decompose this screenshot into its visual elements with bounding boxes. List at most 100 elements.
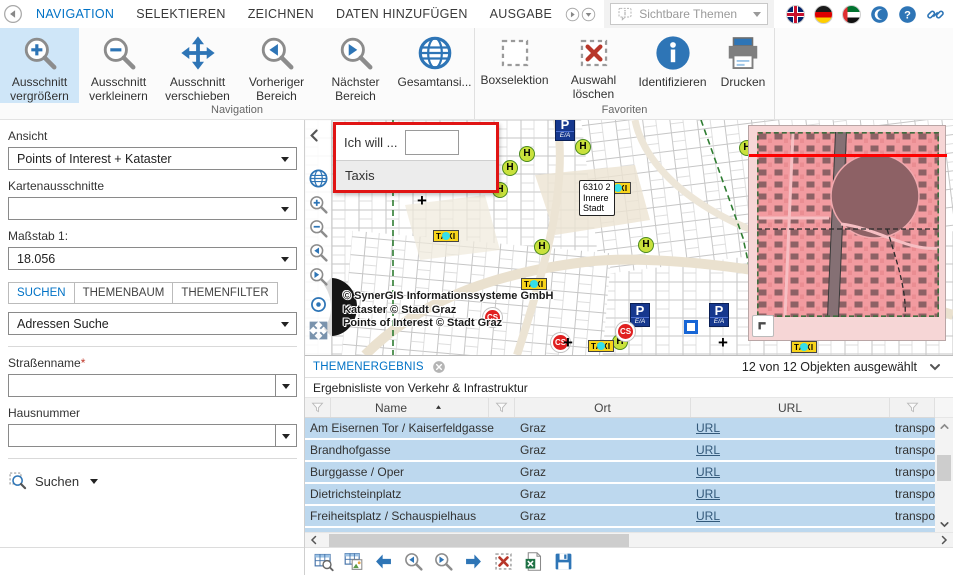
bus-stop-marker[interactable]: H (519, 146, 535, 162)
menu-tab-zeichnen[interactable]: ZEICHNEN (237, 7, 325, 21)
identify-button[interactable]: Identifizieren (633, 28, 712, 103)
cell-url-link[interactable]: URL (691, 440, 890, 460)
previous-extent-button[interactable]: Vorheriger Bereich (237, 28, 316, 103)
pan-button[interactable]: Ausschnitt verschieben (158, 28, 237, 103)
bus-stop-marker[interactable]: H (502, 160, 518, 176)
filter-extra-button[interactable] (890, 398, 935, 417)
selected-point-marker[interactable] (684, 320, 698, 334)
hausnummer-dropdown-button[interactable] (275, 424, 297, 447)
menu-more-icon[interactable] (581, 7, 596, 22)
tab-themenergebnis[interactable]: THEMENERGEBNIS (313, 361, 424, 373)
filter-name-button[interactable] (305, 398, 331, 417)
scrollbar-thumb[interactable] (937, 455, 951, 482)
share-link-icon[interactable] (926, 5, 945, 24)
table-row[interactable]: Am Eisernen Tor / Kaiserfeldgasse Graz U… (305, 418, 935, 440)
parking-marker[interactable]: P E/A (709, 303, 729, 327)
print-button[interactable]: Drucken (712, 28, 774, 103)
language-english-flag-icon[interactable] (786, 4, 806, 24)
cell-url-link[interactable]: URL (691, 484, 890, 504)
box-selection-button[interactable]: Boxselektion (475, 28, 554, 103)
bus-stop-marker[interactable]: H (534, 239, 550, 255)
scrollbar-track[interactable] (323, 533, 935, 548)
next-extent-icon[interactable] (308, 266, 329, 287)
taxi-stand-marker[interactable]: TAXI (433, 230, 459, 242)
menu-tab-ausgabe[interactable]: AUSGABE (479, 7, 564, 21)
help-icon[interactable] (898, 5, 917, 24)
massstab-select[interactable]: 18.056 (8, 247, 297, 270)
overview-toggle-button[interactable] (752, 315, 774, 337)
strassenname-input[interactable] (8, 374, 275, 397)
table-row[interactable]: Burggasse / Oper Graz URL transport (305, 462, 935, 484)
search-type-select[interactable]: Adressen Suche (8, 312, 297, 335)
full-extent-button[interactable]: Gesamtansi... (395, 28, 474, 103)
scrollbar-thumb[interactable] (329, 533, 629, 547)
strassenname-dropdown-button[interactable] (275, 374, 297, 397)
suchen-button[interactable]: Suchen (8, 471, 99, 491)
next-result-icon[interactable] (463, 551, 484, 572)
ansicht-select[interactable]: Points of Interest + Kataster (8, 147, 297, 170)
language-german-flag-icon[interactable] (814, 4, 834, 24)
next-extent-button[interactable]: Nächster Bereich (316, 28, 395, 103)
menu-tab-daten-hinzufuegen[interactable]: DATEN HINZUFÜGEN (325, 7, 479, 21)
zoom-previous-result-icon[interactable] (403, 551, 424, 572)
vertical-scrollbar[interactable] (935, 398, 953, 532)
clear-result-selection-icon[interactable] (493, 551, 514, 572)
hausnummer-input[interactable] (8, 424, 275, 447)
menu-scroll-right-icon[interactable] (565, 7, 580, 22)
column-header-url[interactable]: URL (691, 398, 890, 417)
center-map-icon[interactable] (308, 294, 329, 315)
clear-selection-button[interactable]: Auswahl löschen (554, 28, 633, 103)
table-row[interactable]: Freiheitsplatz / Schauspielhaus Graz URL… (305, 506, 935, 528)
previous-extent-icon[interactable] (308, 242, 329, 263)
filter-ort-button[interactable] (489, 398, 515, 417)
full-extent-icon[interactable] (308, 168, 329, 189)
scroll-left-button[interactable] (305, 533, 323, 548)
table-row[interactable]: Dietrichsteinplatz Graz URL transport (305, 484, 935, 506)
bus-stop-marker[interactable]: H (638, 237, 654, 253)
column-header-name[interactable]: Name (331, 398, 489, 417)
previous-result-icon[interactable] (373, 551, 394, 572)
ich-will-item-taxis[interactable]: Taxis (336, 160, 496, 190)
cell-url-link[interactable]: URL (691, 506, 890, 526)
scrollbar-track[interactable] (935, 434, 953, 516)
carsharing-marker[interactable]: CS (616, 322, 635, 341)
collapse-sidebar-icon[interactable] (306, 127, 323, 144)
tab-themenfilter[interactable]: THEMENFILTER (173, 282, 278, 304)
export-excel-icon[interactable] (523, 551, 544, 572)
cell-url-link[interactable]: URL (691, 462, 890, 482)
parking-marker[interactable]: P E/A (630, 303, 650, 327)
scroll-down-button[interactable] (935, 516, 953, 532)
zoom-in-icon[interactable] (308, 194, 329, 215)
taxi-stand-marker[interactable]: TAXI (521, 278, 547, 290)
scroll-up-button[interactable] (935, 418, 953, 434)
close-results-icon[interactable] (432, 360, 446, 374)
scroll-right-button[interactable] (935, 533, 953, 548)
save-results-icon[interactable] (553, 551, 574, 572)
expand-map-icon[interactable] (308, 320, 329, 341)
night-mode-icon[interactable] (870, 5, 889, 24)
zoom-out-icon[interactable] (308, 218, 329, 239)
visible-themes-select[interactable]: Sichtbare Themen (610, 3, 769, 25)
horizontal-scrollbar[interactable] (305, 532, 953, 547)
ich-will-input[interactable] (405, 130, 460, 155)
bus-stop-marker[interactable]: H (575, 139, 591, 155)
parking-marker[interactable]: P E/A (555, 120, 575, 141)
language-arabic-flag-icon[interactable] (842, 4, 862, 24)
collapse-results-icon[interactable] (927, 359, 943, 375)
tab-themenbaum[interactable]: THEMENBAUM (74, 282, 174, 304)
zoom-next-result-icon[interactable] (433, 551, 454, 572)
overview-map[interactable] (748, 125, 947, 341)
taxi-stand-marker[interactable]: TAXI (791, 341, 817, 353)
result-maptip-icon[interactable] (343, 551, 364, 572)
cell-url-link[interactable]: URL (691, 418, 890, 438)
kartenausschnitte-select[interactable] (8, 197, 297, 220)
zoom-in-button[interactable]: Ausschnitt vergrößern (0, 28, 79, 103)
menu-scroll-left-icon[interactable] (3, 4, 23, 24)
taxi-stand-marker[interactable]: TAXI (588, 340, 614, 352)
menu-tab-navigation[interactable]: NAVIGATION (25, 7, 125, 21)
map-canvas[interactable]: H H H H H H H H H TAXI TAXI TAXI TAXI TA… (305, 120, 953, 355)
menu-tab-selektieren[interactable]: SELEKTIEREN (125, 7, 236, 21)
zoom-to-results-icon[interactable] (313, 551, 334, 572)
column-header-ort[interactable]: Ort (515, 398, 691, 417)
tab-suchen[interactable]: SUCHEN (8, 282, 75, 304)
